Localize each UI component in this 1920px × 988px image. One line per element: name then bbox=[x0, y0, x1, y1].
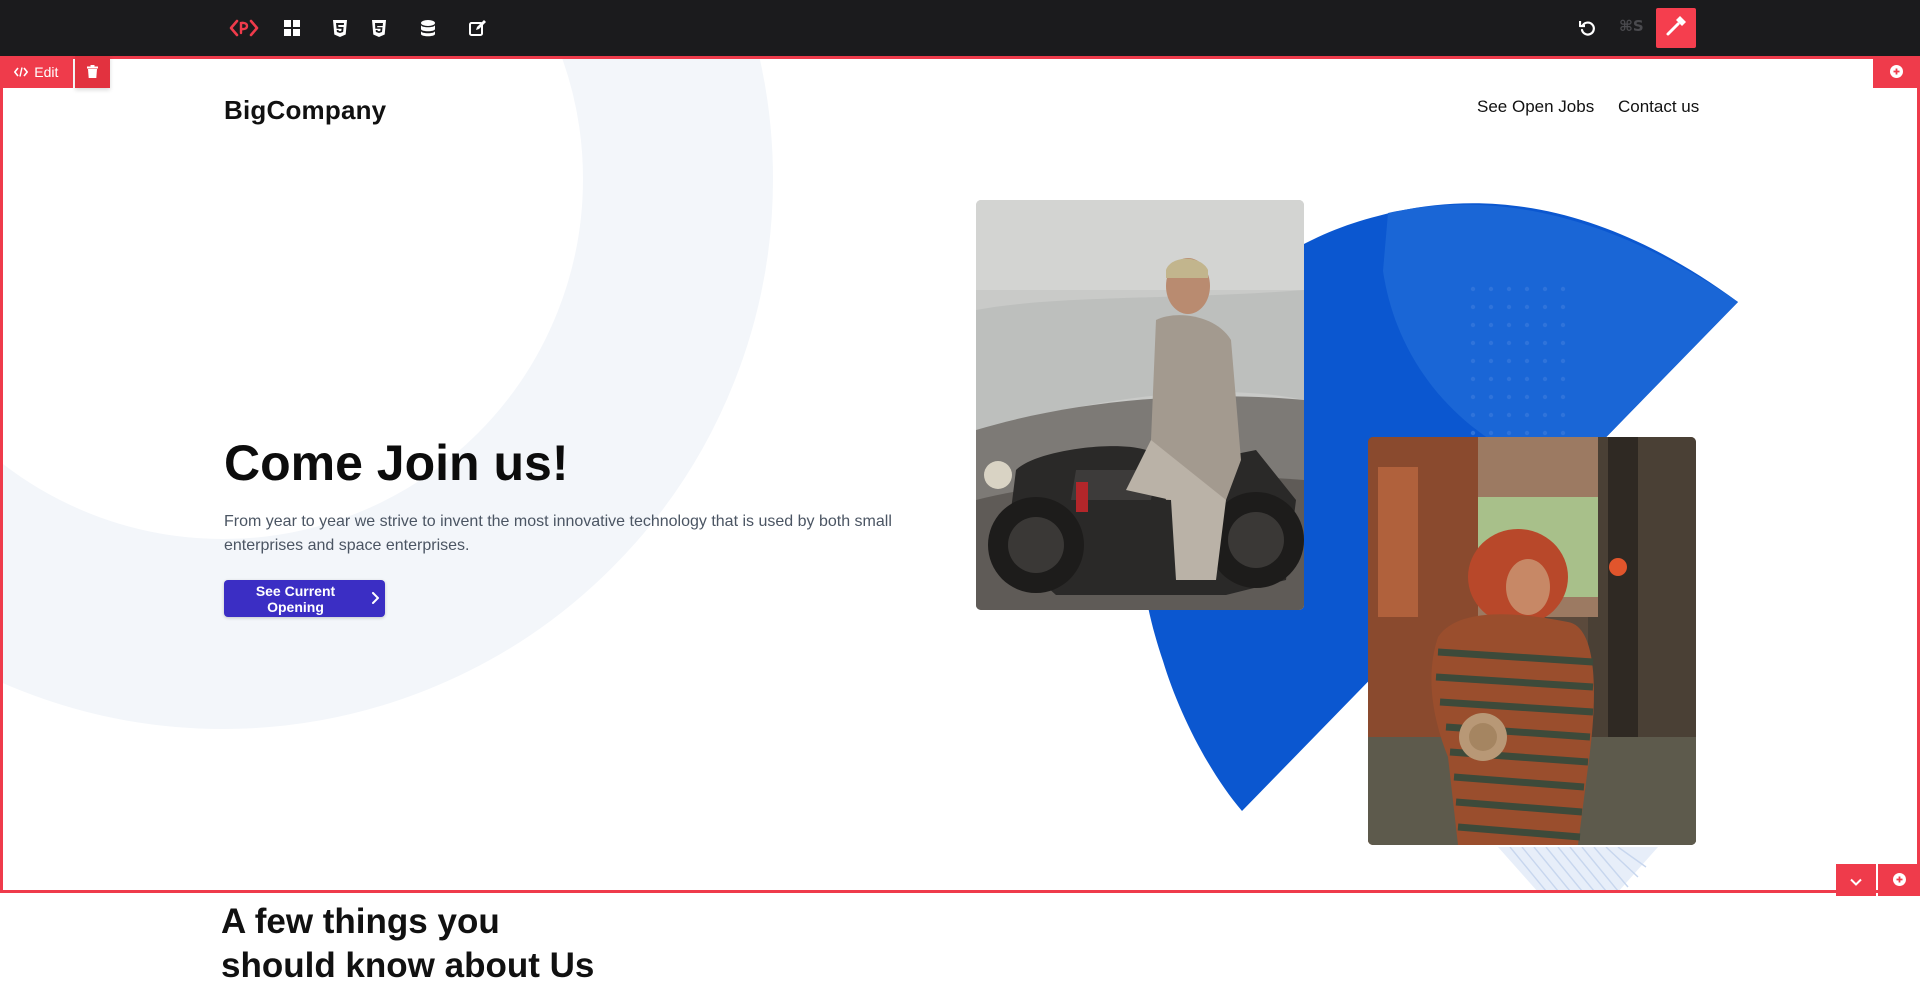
photo-man-on-motorcycle bbox=[976, 200, 1304, 610]
cta-label: See Current Opening bbox=[255, 582, 336, 615]
save-shortcut[interactable]: ⌘S bbox=[1619, 17, 1644, 35]
nav-contact-us[interactable]: Contact us bbox=[1618, 97, 1699, 117]
plus-circle-icon bbox=[1892, 871, 1906, 890]
about-heading: A few things you should know about Us bbox=[221, 900, 594, 988]
striped-accent bbox=[1498, 847, 1658, 890]
section-edit-controls: Edit bbox=[0, 56, 110, 88]
photo-woman-red-hair bbox=[1368, 437, 1696, 845]
editor-toolbar: ⌘S bbox=[0, 0, 1920, 56]
section-bottom-controls bbox=[1836, 864, 1920, 896]
publish-button[interactable] bbox=[1656, 8, 1696, 48]
css3-icon[interactable] bbox=[365, 14, 393, 42]
add-section-below-button[interactable] bbox=[1878, 864, 1920, 896]
hero-title: Come Join us! bbox=[224, 435, 569, 491]
undo-icon[interactable] bbox=[1574, 14, 1602, 42]
hero-description: From year to year we strive to invent th… bbox=[224, 513, 892, 554]
edit-label: Edit bbox=[34, 64, 59, 80]
trash-icon bbox=[86, 63, 98, 82]
move-section-down-button[interactable] bbox=[1836, 864, 1876, 896]
delete-section-button[interactable] bbox=[74, 56, 110, 88]
hammer-icon bbox=[1665, 15, 1687, 41]
code-icon bbox=[14, 64, 29, 80]
edit-page-icon[interactable] bbox=[463, 14, 491, 42]
html5-icon[interactable] bbox=[326, 14, 354, 42]
chevron-right-icon bbox=[371, 591, 380, 607]
plus-circle-icon bbox=[1890, 63, 1903, 82]
brand-logo[interactable]: BigCompany bbox=[224, 95, 386, 126]
add-section-above-button[interactable] bbox=[1873, 56, 1920, 88]
code-logo-icon[interactable] bbox=[229, 14, 259, 42]
nav-see-open-jobs[interactable]: See Open Jobs bbox=[1477, 97, 1594, 117]
about-heading-line1: A few things you bbox=[221, 902, 500, 941]
decorative-ring bbox=[3, 59, 773, 729]
blocks-icon[interactable] bbox=[278, 14, 306, 42]
hero-section[interactable]: BigCompany See Open Jobs Contact us Come… bbox=[0, 56, 1920, 893]
chevron-down-icon bbox=[1850, 871, 1862, 890]
see-current-opening-button[interactable]: See Current Opening bbox=[224, 580, 385, 617]
database-icon[interactable] bbox=[414, 14, 442, 42]
about-heading-line2: should know about Us bbox=[221, 946, 595, 985]
edit-section-button[interactable]: Edit bbox=[0, 56, 73, 88]
